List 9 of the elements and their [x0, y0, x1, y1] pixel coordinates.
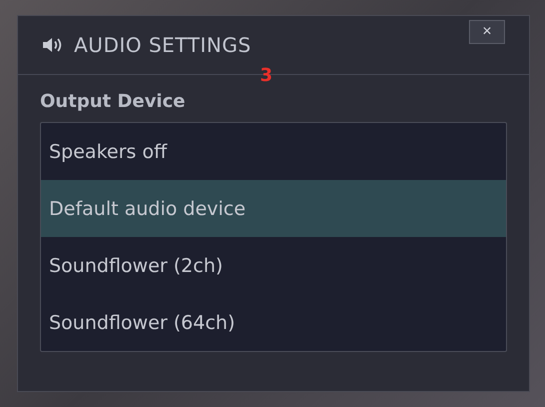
output-device-label: Output Device [40, 91, 186, 112]
device-option[interactable]: Soundflower (64ch) [41, 294, 506, 351]
device-option[interactable]: Soundflower (2ch) [41, 237, 506, 294]
annotation-number: 3 [260, 66, 273, 86]
close-button[interactable]: × [469, 20, 505, 44]
device-option[interactable]: Speakers off [41, 123, 506, 180]
speaker-icon [42, 37, 62, 53]
device-option[interactable]: Default audio device [41, 180, 506, 237]
dialog-title: AUDIO SETTINGS [74, 33, 252, 57]
